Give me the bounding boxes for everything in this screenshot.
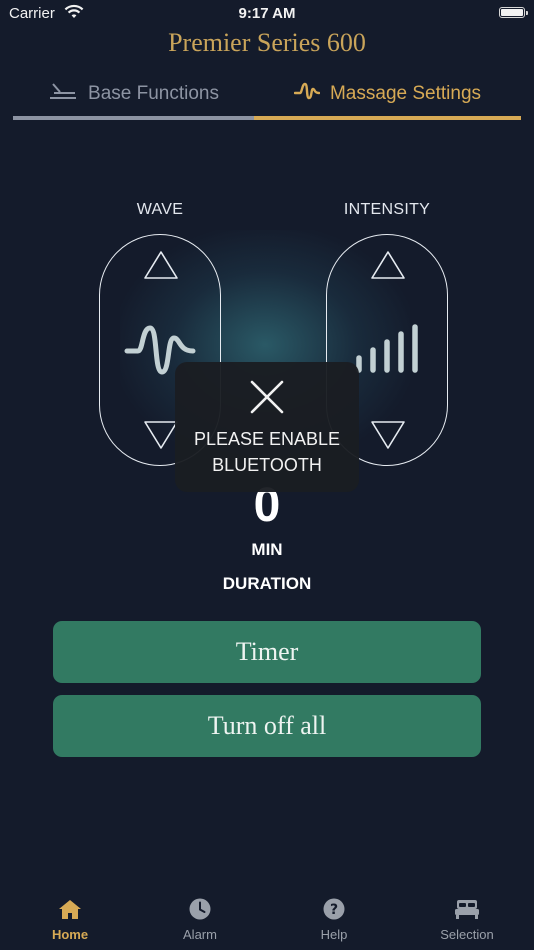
duration-label: DURATION bbox=[222, 574, 312, 593]
tab-selection-label: Selection bbox=[440, 927, 494, 942]
tab-help-label: Help bbox=[320, 927, 348, 942]
intensity-up-button[interactable] bbox=[369, 247, 407, 285]
bluetooth-alert-toast: PLEASE ENABLE BLUETOOTH bbox=[175, 362, 359, 492]
tab-home-label: Home bbox=[51, 927, 89, 942]
bed-icon bbox=[455, 900, 479, 919]
home-icon bbox=[59, 900, 81, 919]
app-title: Premier Series 600 bbox=[168, 28, 366, 57]
toast-message: PLEASE ENABLE BLUETOOTH bbox=[175, 426, 359, 478]
tab-help[interactable]: ? Help bbox=[267, 890, 401, 950]
bed-recline-icon bbox=[48, 81, 78, 107]
battery-icon bbox=[499, 7, 528, 18]
tab-massage-settings-label: Massage Settings bbox=[329, 83, 482, 104]
tab-indicator-massage bbox=[254, 116, 521, 120]
toast-message-line2: BLUETOOTH bbox=[212, 455, 322, 475]
svg-text:?: ? bbox=[330, 902, 338, 918]
duration-unit: MIN bbox=[251, 540, 283, 559]
wave-up-button[interactable] bbox=[142, 247, 180, 285]
status-time: 9:17 AM bbox=[238, 5, 296, 22]
tab-alarm-label: Alarm bbox=[183, 927, 217, 942]
tab-base-functions[interactable]: Base Functions bbox=[13, 72, 254, 116]
bottom-tab-bar: Home Alarm ? Help Selection bbox=[0, 890, 534, 950]
turn-off-all-button[interactable]: Turn off all bbox=[53, 695, 481, 757]
mode-tabs: Base Functions Massage Settings bbox=[13, 72, 521, 120]
tab-base-functions-label: Base Functions bbox=[88, 83, 219, 104]
tab-selection[interactable]: Selection bbox=[400, 890, 534, 950]
wave-label: WAVE bbox=[136, 201, 184, 218]
status-bar: Carrier 9:17 AM bbox=[0, 0, 534, 28]
wave-icon bbox=[293, 81, 321, 107]
close-icon bbox=[249, 379, 285, 415]
help-icon: ? bbox=[323, 898, 345, 920]
tab-alarm[interactable]: Alarm bbox=[133, 890, 267, 950]
intensity-label: INTENSITY bbox=[343, 201, 431, 218]
timer-button[interactable]: Timer bbox=[53, 621, 481, 683]
clock-icon bbox=[189, 898, 211, 920]
toast-message-line1: PLEASE ENABLE bbox=[193, 429, 341, 449]
tab-massage-settings[interactable]: Massage Settings bbox=[254, 72, 521, 116]
intensity-down-button[interactable] bbox=[369, 415, 407, 453]
tab-home[interactable]: Home bbox=[3, 890, 137, 950]
tab-indicator-base bbox=[13, 116, 254, 120]
